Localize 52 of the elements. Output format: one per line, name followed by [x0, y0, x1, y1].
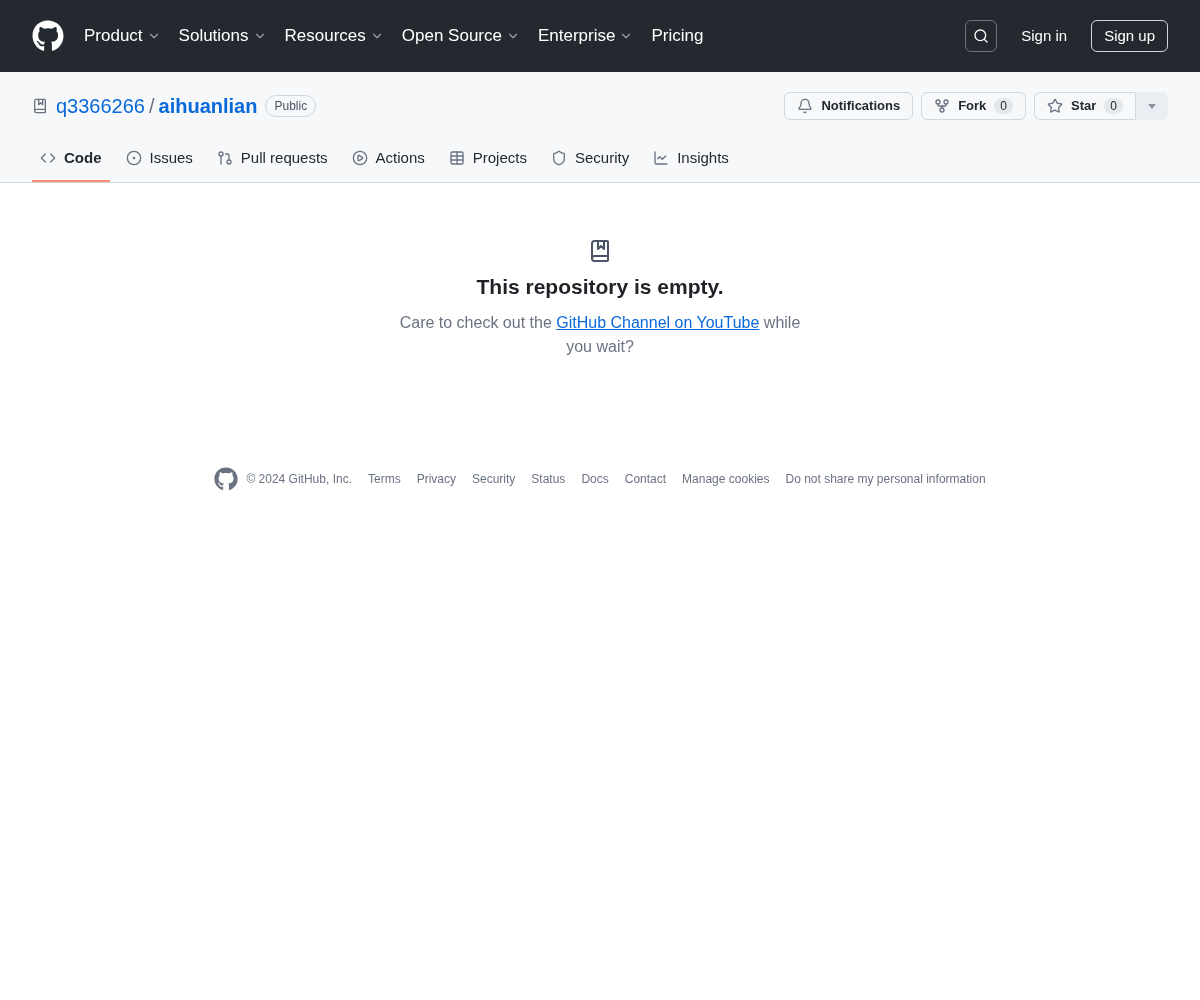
fork-icon: [934, 98, 951, 114]
play-icon: [351, 150, 368, 166]
nav-menu-item[interactable]: Product: [84, 23, 161, 49]
repo-tab[interactable]: Pull requests: [208, 136, 336, 182]
code-icon: [40, 150, 56, 166]
footer-link[interactable]: Manage cookies: [682, 469, 770, 488]
footer-link[interactable]: Privacy: [416, 469, 456, 488]
nav-menu-item[interactable]: Pricing: [651, 23, 704, 49]
repo-owner-link[interactable]: q3366266: [56, 92, 145, 120]
star-button[interactable]: Star 0: [1034, 92, 1136, 120]
caret-icon: [1148, 103, 1156, 109]
sign-up-button[interactable]: Sign up: [1091, 20, 1168, 52]
youtube-channel-link[interactable]: GitHub Channel on YouTube: [556, 313, 760, 331]
empty-message: Care to check out the GitHub Channel on YouTube while you wait?: [398, 312, 802, 357]
path-separator: /: [149, 94, 155, 119]
count-badge: 0: [1104, 98, 1123, 114]
nav-menu-item[interactable]: Enterprise: [538, 23, 634, 49]
footer-link[interactable]: Do not share my personal information: [785, 469, 986, 488]
search-icon: [973, 28, 990, 44]
repo-icon: [588, 239, 612, 263]
footer-link[interactable]: Security: [472, 469, 516, 488]
footer-link[interactable]: Terms: [367, 469, 401, 488]
circle-dot-icon: [125, 150, 142, 166]
repo-tab[interactable]: Code: [32, 136, 110, 182]
count-badge: 0: [994, 98, 1013, 114]
github-logo-icon[interactable]: [32, 20, 64, 52]
nav-menu-item[interactable]: Open Source: [401, 23, 520, 49]
footer-link[interactable]: Status: [531, 469, 566, 488]
empty-title: This repository is empty.: [476, 274, 724, 300]
repo-tab[interactable]: Insights: [645, 136, 737, 182]
footer-link[interactable]: Contact: [624, 469, 667, 488]
bell-icon: [797, 98, 814, 114]
star-icon: [1047, 98, 1063, 114]
fork-button[interactable]: Fork 0: [921, 92, 1026, 120]
repo-tab[interactable]: Issues: [117, 136, 201, 182]
notifications-button[interactable]: Notifications: [784, 92, 914, 120]
repo-name-link[interactable]: aihuanlian: [158, 92, 258, 120]
search-button[interactable]: [965, 20, 998, 52]
repo-icon: [32, 98, 48, 114]
shield-icon: [550, 150, 567, 166]
footer-link[interactable]: Docs: [581, 469, 609, 488]
table-icon: [448, 150, 465, 166]
repo-tab[interactable]: Projects: [440, 136, 535, 182]
copyright-text: © 2024 GitHub, Inc.: [246, 470, 352, 488]
repo-tab[interactable]: Actions: [343, 136, 433, 182]
graph-icon: [653, 150, 670, 166]
nav-menu-item[interactable]: Solutions: [178, 23, 267, 49]
repo-tab[interactable]: Security: [542, 136, 638, 182]
pull-request-icon: [216, 150, 233, 166]
nav-menu-item[interactable]: Resources: [284, 23, 384, 49]
sign-in-link[interactable]: Sign in: [1013, 24, 1076, 48]
star-dropdown-button[interactable]: [1136, 92, 1168, 120]
